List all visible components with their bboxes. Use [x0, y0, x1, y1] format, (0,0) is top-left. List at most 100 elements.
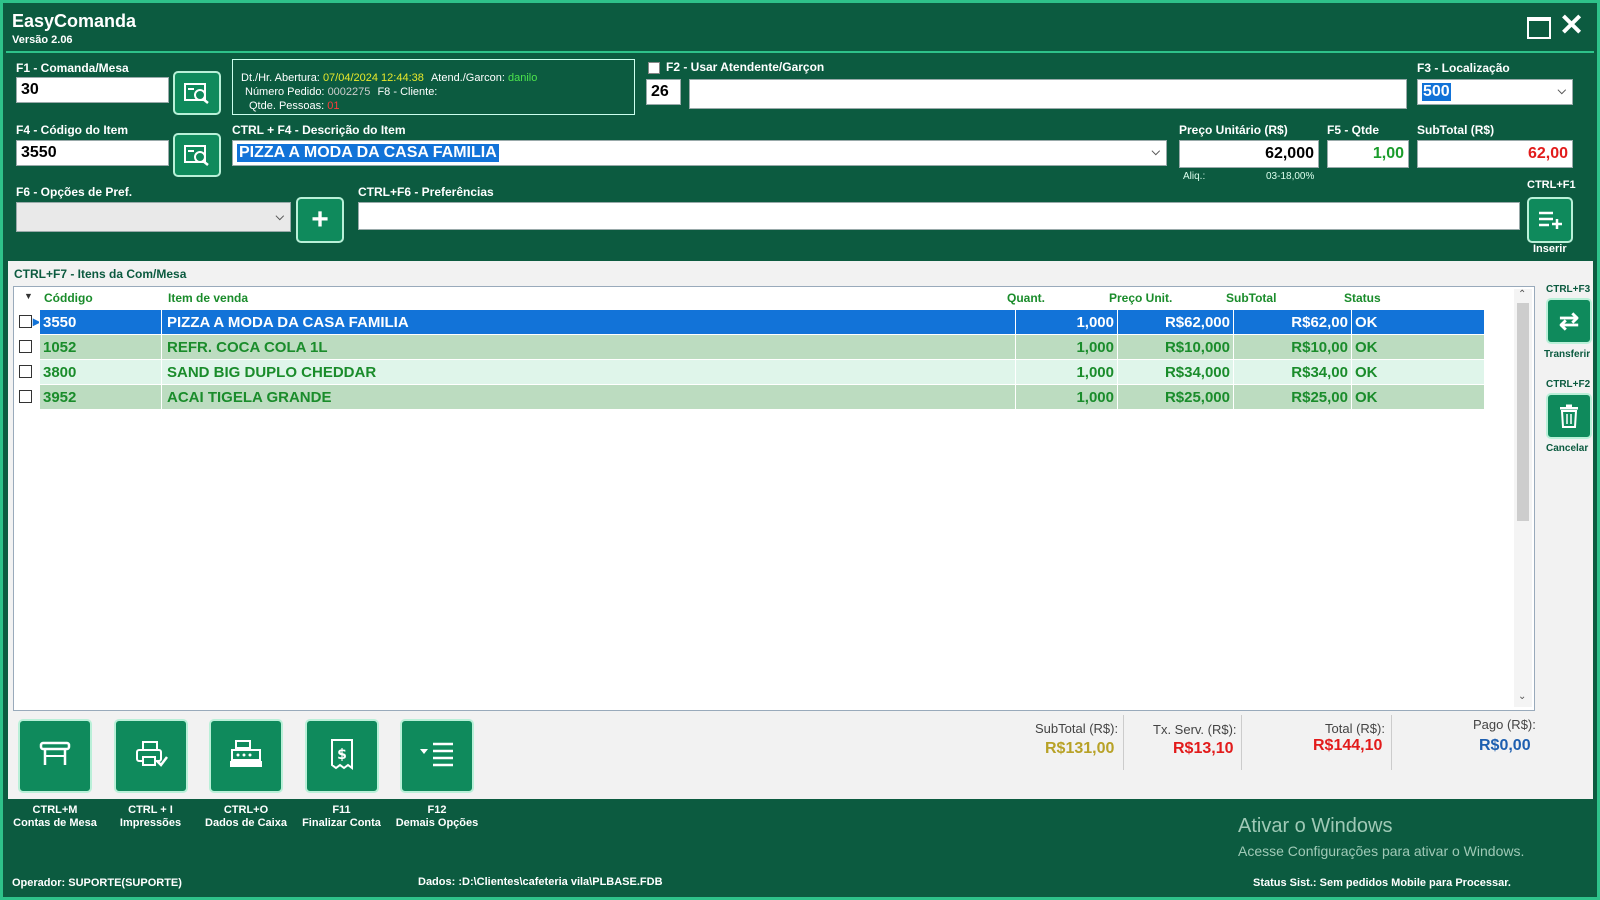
abertura-value: 07/04/2024 12:44:38 — [322, 72, 424, 84]
bottom-button-label: F12 Demais Opções — [387, 804, 487, 830]
inserir-button[interactable] — [1527, 197, 1573, 243]
row-checkbox[interactable] — [19, 340, 32, 353]
bottom-button-text: Impressões — [119, 817, 182, 829]
col-codigo[interactable]: Códdigo — [44, 291, 93, 305]
codigo-input[interactable]: 3550 — [16, 140, 169, 166]
maximize-icon[interactable] — [1527, 17, 1551, 39]
add-pref-button[interactable]: + — [296, 197, 344, 243]
status-label: Status Sist.: — [1253, 877, 1317, 889]
qtde-input[interactable]: 1,00 — [1327, 140, 1409, 168]
trash-icon — [1560, 404, 1578, 428]
inserir-label: Inserir — [1533, 243, 1567, 255]
localizacao-label: F3 - Localização — [1417, 61, 1510, 75]
descricao-select[interactable]: PIZZA A MODA DA CASA FAMILIA ⌵ — [232, 140, 1167, 166]
col-status[interactable]: Status — [1344, 291, 1381, 305]
opcoes-pref-label: F6 - Opções de Pref. — [16, 185, 133, 199]
cell-item: SAND BIG DUPLO CHEDDAR — [164, 360, 1016, 384]
menu-list-button[interactable] — [400, 719, 474, 793]
close-icon[interactable]: ✕ — [1559, 11, 1584, 41]
svg-text:$: $ — [337, 747, 347, 763]
order-info-panel: Dt./Hr. Abertura: 07/04/2024 12:44:38 At… — [232, 59, 635, 115]
scroll-up-icon[interactable]: ⌃ — [1518, 289, 1526, 300]
cell-codigo: 3550 — [40, 310, 162, 334]
menu-list-icon — [417, 739, 457, 774]
cell-subtotal: R$34,00 — [1234, 360, 1352, 384]
col-quant[interactable]: Quant. — [1007, 291, 1045, 305]
grid-scrollbar[interactable]: ⌃ ⌄ — [1514, 289, 1532, 707]
col-preco[interactable]: Preço Unit. — [1109, 291, 1172, 305]
search-icon — [184, 145, 209, 166]
cell-item: PIZZA A MODA DA CASA FAMILIA — [164, 310, 1016, 334]
comanda-search-button[interactable] — [173, 71, 221, 115]
descricao-label: CTRL + F4 - Descrição do Item — [232, 123, 406, 137]
cell-item: REFR. COCA COLA 1L — [164, 335, 1016, 359]
totals-pago-label: Pago (R$): — [1473, 717, 1536, 732]
swap-arrows-icon: ⇄ — [1558, 307, 1580, 335]
atendente-code-input[interactable]: 26 — [646, 79, 681, 105]
row-checkbox[interactable] — [19, 365, 32, 378]
cell-status: OK — [1352, 360, 1494, 384]
transferir-button[interactable]: ⇄ — [1546, 298, 1592, 344]
cliente-label: F8 - Cliente: — [377, 86, 438, 98]
table-row[interactable]: 1052 REFR. COCA COLA 1L 1,000 R$10,000 R$10,… — [14, 335, 1494, 359]
descricao-value: PIZZA A MODA DA CASA FAMILIA — [237, 144, 499, 162]
atendente-label: F2 - Usar Atendente/Garçon — [666, 60, 825, 74]
bottom-button-text: Demais Opções — [395, 817, 479, 829]
totals-divider — [1123, 715, 1124, 770]
scroll-thumb[interactable] — [1517, 303, 1529, 521]
bill-button[interactable]: $ — [304, 719, 379, 793]
cancelar-button[interactable] — [1546, 393, 1592, 439]
cell-quant: 1,000 — [1016, 385, 1118, 409]
row-checkbox[interactable] — [19, 390, 32, 403]
cell-item: ACAI TIGELA GRANDE — [164, 385, 1016, 409]
row-checkbox-cell — [14, 360, 40, 384]
preferencias-input[interactable] — [358, 202, 1520, 230]
opcoes-pref-select[interactable]: ⌵ — [16, 202, 291, 232]
pessoas-value: 01 — [327, 100, 340, 112]
inserir-shortcut: CTRL+F1 — [1527, 179, 1576, 191]
comanda-input[interactable]: 30 — [16, 77, 169, 103]
scroll-down-icon[interactable]: ⌄ — [1518, 691, 1526, 702]
col-subtotal[interactable]: SubTotal — [1226, 291, 1276, 305]
table-row[interactable]: 3800 SAND BIG DUPLO CHEDDAR 1,000 R$34,000 R… — [14, 360, 1494, 384]
cash-register-button[interactable] — [209, 719, 283, 793]
bottom-button-shortcut: F12 — [427, 804, 447, 816]
atendente-info-label: Atend./Garcon: — [430, 72, 505, 84]
localizacao-select[interactable]: 500 ⌵ — [1417, 79, 1573, 105]
totals-txserv-value: R$13,10 — [1173, 740, 1234, 757]
operador-value: SUPORTE(SUPORTE) — [68, 877, 182, 889]
totals-pago-value: R$0,00 — [1479, 737, 1531, 754]
cell-quant: 1,000 — [1016, 310, 1118, 334]
totals-total-label: Total (R$): — [1325, 721, 1385, 736]
totals-txserv-label: Tx. Serv. (R$): — [1153, 722, 1237, 737]
plus-icon: + — [311, 203, 329, 236]
row-checkbox-cell — [14, 335, 40, 359]
preferencias-label: CTRL+F6 - Preferências — [358, 185, 494, 199]
cancelar-shortcut: CTRL+F2 — [1546, 379, 1591, 390]
bottom-button-label: CTRL+M Contas de Mesa — [5, 804, 105, 830]
activation-title: Ativar o Windows — [1238, 815, 1393, 837]
chevron-down-icon: ⌵ — [1557, 85, 1566, 97]
printer-button[interactable] — [113, 719, 188, 793]
preco-label: Preço Unitário (R$) — [1179, 123, 1288, 137]
pedido-label: Número Pedido: — [245, 86, 325, 98]
activation-subtitle: Acesse Configurações para ativar o Windo… — [1238, 843, 1525, 859]
aliq-label: Aliq.: — [1183, 171, 1206, 182]
atendente-name-input[interactable] — [689, 79, 1407, 109]
atendente-checkbox[interactable] — [648, 62, 660, 74]
cell-subtotal: R$25,00 — [1234, 385, 1352, 409]
cell-status: OK — [1352, 385, 1494, 409]
col-item[interactable]: Item de venda — [168, 291, 248, 305]
preco-input[interactable]: 62,000 — [1179, 140, 1319, 168]
row-checkbox-cell: ▸ — [14, 310, 40, 334]
table-row[interactable]: ▸ 3550 PIZZA A MODA DA CASA FAMILIA 1,000 R$… — [14, 310, 1494, 334]
table-row[interactable]: 3952 ACAI TIGELA GRANDE 1,000 R$25,000 R$25,… — [14, 385, 1494, 409]
sort-down-icon[interactable]: ▼ — [24, 291, 33, 301]
atendente-info-value: danilo — [508, 72, 538, 84]
bottom-button-shortcut: F11 — [332, 804, 351, 816]
codigo-search-button[interactable] — [173, 133, 221, 177]
table-button[interactable] — [18, 719, 92, 793]
status-sistema: Status Sist.: Sem pedidos Mobile para Pr… — [1253, 877, 1511, 889]
row-checkbox-cell — [14, 385, 40, 409]
row-checkbox[interactable] — [19, 315, 32, 328]
